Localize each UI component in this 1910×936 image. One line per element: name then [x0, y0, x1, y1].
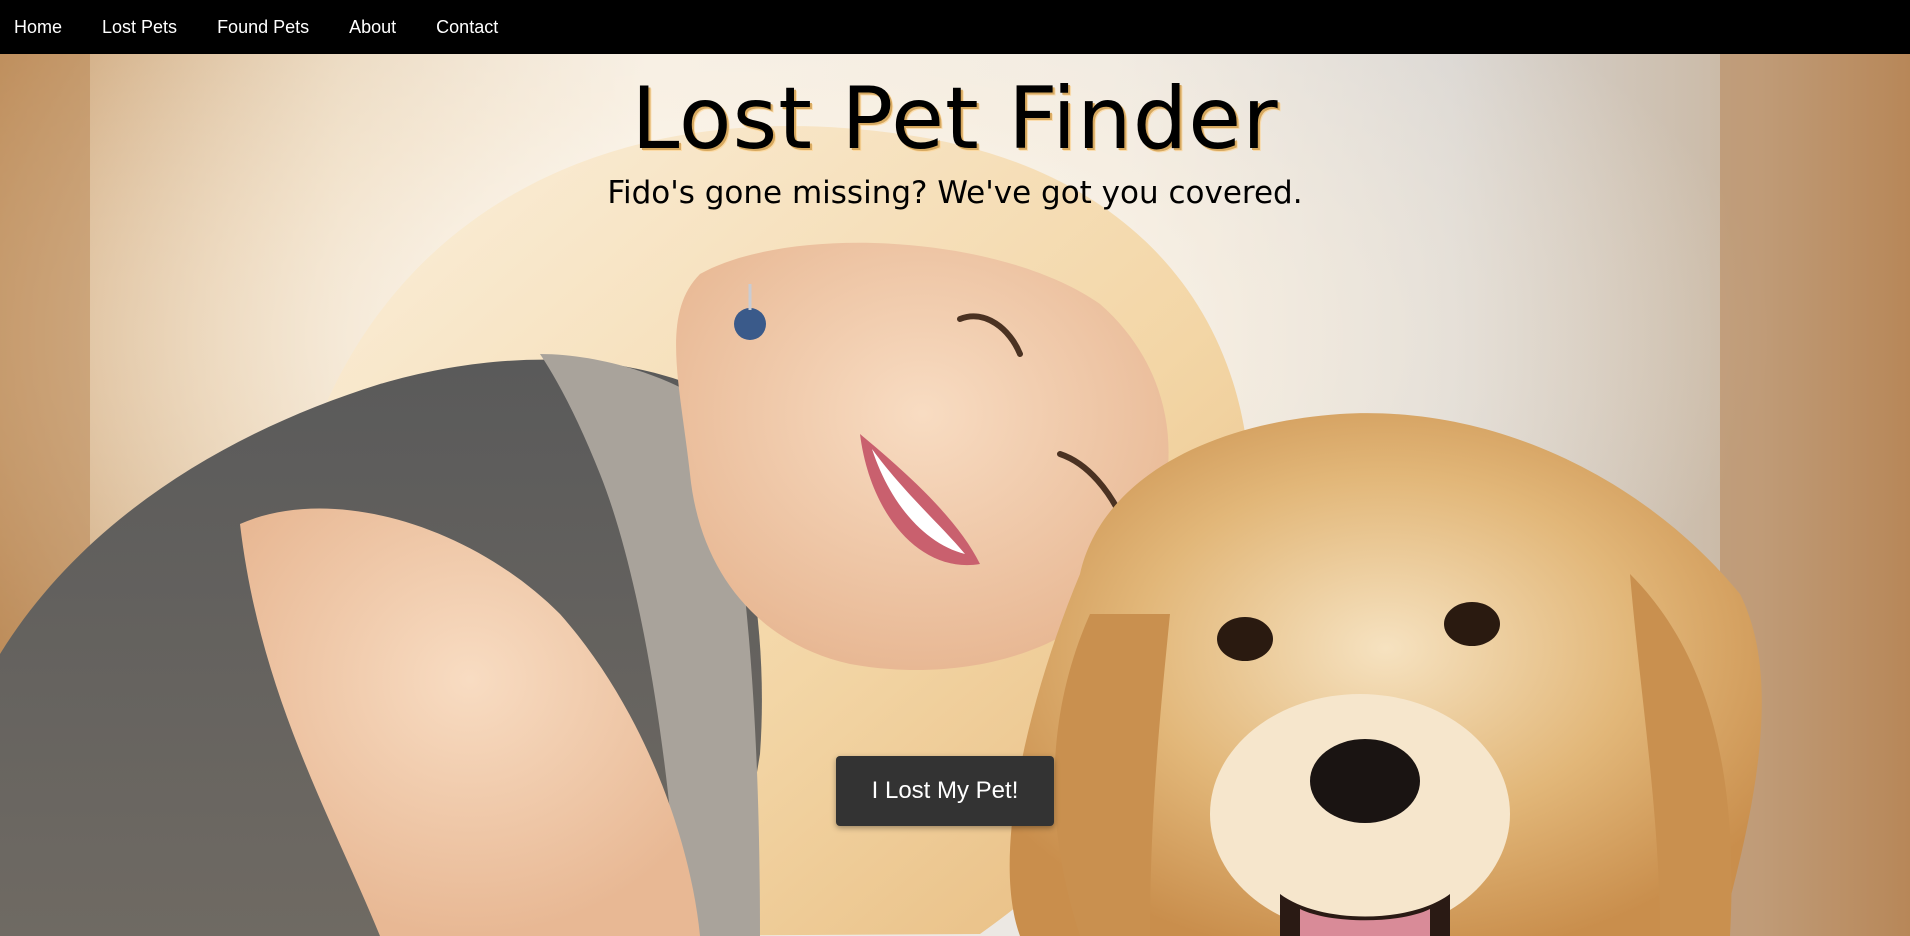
top-navbar: Home Lost Pets Found Pets About Contact [0, 0, 1910, 54]
hero-section: Lost Pet Finder Fido's gone missing? We'… [0, 54, 1910, 936]
nav-contact-link[interactable]: Contact [436, 17, 498, 38]
page-subtitle: Fido's gone missing? We've got you cover… [607, 174, 1303, 211]
nav-about-link[interactable]: About [349, 17, 396, 38]
page-title: Lost Pet Finder [631, 69, 1279, 169]
nav-found-pets-link[interactable]: Found Pets [217, 17, 309, 38]
nav-lost-pets-link[interactable]: Lost Pets [102, 17, 177, 38]
hero-text-block: Lost Pet Finder Fido's gone missing? We'… [0, 54, 1910, 212]
nav-home-link[interactable]: Home [14, 17, 62, 38]
lost-my-pet-button[interactable]: I Lost My Pet! [836, 756, 1054, 826]
